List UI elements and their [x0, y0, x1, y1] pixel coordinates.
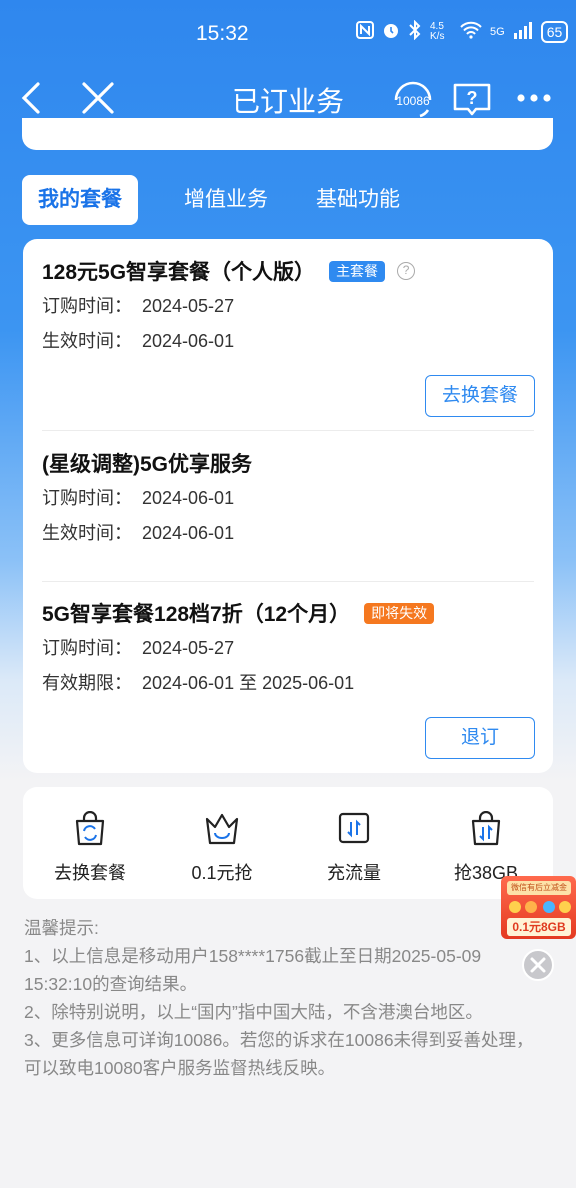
row-label: 订购时间： [42, 296, 132, 316]
tips-line: 2、除特别说明，以上“国内”指中国大陆，不含港澳台地区。 [24, 1002, 483, 1022]
divider [42, 581, 534, 582]
main-plan-badge: 主套餐 [329, 260, 386, 282]
package-title-row: 5G智享套餐128档7折（12个月） 即将失效 [42, 597, 534, 629]
tips-title: 温馨提示: [24, 918, 99, 938]
quick-action-change-plan[interactable]: 去换套餐 [25, 811, 155, 885]
row-label: 订购时间： [42, 488, 132, 508]
headset-icon: 10086 [394, 81, 432, 118]
status-icons: 4.5 K/s 5G 65 [356, 19, 569, 44]
crown-basket-icon [205, 813, 239, 845]
promo-coins-icon [505, 898, 573, 916]
top-card-edge [22, 118, 553, 150]
change-plan-button[interactable]: 去换套餐 [425, 375, 535, 417]
row-value: 2024-05-27 [142, 638, 235, 658]
row-label: 有效期限： [42, 673, 132, 693]
effective-time-row: 生效时间： 2024-06-01 [42, 516, 534, 551]
row-label: 生效时间： [42, 331, 132, 351]
package-list-card: 128元5G智享套餐（个人版） 主套餐 ? 订购时间： 2024-05-27 生… [23, 239, 553, 773]
signal-icon [513, 21, 533, 43]
package-title-row: (星级调整)5G优享服务 [42, 447, 534, 479]
net-speed: 4.5 K/s [430, 21, 445, 42]
row-value: 2024-05-27 [142, 296, 235, 316]
row-value: 2024-06-01 [142, 331, 235, 351]
package-item: (星级调整)5G优享服务 订购时间： 2024-06-01 生效时间： 2024… [42, 447, 534, 551]
nfc-icon [356, 21, 374, 43]
order-time-row: 订购时间： 2024-06-01 [42, 481, 534, 516]
wifi-icon [460, 21, 482, 43]
order-time-row: 订购时间： 2024-05-27 [42, 631, 534, 666]
package-item: 5G智享套餐128档7折（12个月） 即将失效 订购时间： 2024-05-27… [42, 597, 534, 701]
battery-indicator: 65 [540, 21, 569, 43]
quick-action-top-up-data[interactable]: 充流量 [289, 811, 419, 885]
order-time-row: 订购时间： 2024-05-27 [42, 289, 534, 324]
status-bar: 15:32 4.5 K/s 5G 65 [0, 0, 576, 68]
row-label: 订购时间： [42, 638, 132, 658]
tab-my-plan[interactable]: 我的套餐 [22, 175, 138, 225]
bag-data-icon [471, 811, 501, 846]
signal-label: 5G [490, 26, 505, 38]
tips-line: 1、以上信息是移动用户158****1756截止至日期2025-05-09 15… [24, 946, 482, 994]
alarm-icon [382, 21, 400, 43]
package-name: 128元5G智享套餐（个人版） [42, 261, 316, 284]
data-transfer-icon [338, 812, 370, 844]
quick-actions-card: 去换套餐 0.1元抢 充流量 抢38GB [23, 787, 553, 899]
promo-top-text: 微信有后立减金 [507, 881, 571, 895]
unsubscribe-button[interactable]: 退订 [425, 717, 535, 759]
package-name: 5G智享套餐128档7折（12个月） [42, 603, 351, 626]
row-label: 生效时间： [42, 523, 132, 543]
row-value: 2024-06-01 [142, 488, 235, 508]
validity-period-row: 有效期限： 2024-06-01 至 2025-06-01 [42, 666, 534, 701]
tab-bar: 我的套餐 [22, 175, 138, 225]
quick-action-label: 充流量 [327, 863, 381, 883]
bag-swap-icon [75, 811, 105, 846]
effective-time-row: 生效时间： 2024-06-01 [42, 324, 534, 359]
promo-price-text: 0.1元8GB [507, 918, 571, 936]
tips-line: 3、更多信息可详询10086。若您的诉求在10086未得到妥善处理，可以致电10… [24, 1030, 534, 1078]
svg-text:?: ? [467, 88, 478, 108]
tips-section: 温馨提示: 1、以上信息是移动用户158****1756截止至日期2025-05… [24, 914, 534, 1082]
floating-promo-banner[interactable]: 微信有后立减金 0.1元8GB [501, 876, 576, 939]
question-icon[interactable]: ? [397, 262, 416, 280]
promo-close-button[interactable] [522, 949, 554, 981]
close-icon [530, 957, 546, 973]
svg-text:10086: 10086 [396, 94, 430, 108]
quick-action-label: 去换套餐 [54, 863, 126, 883]
row-value: 2024-06-01 [142, 523, 235, 543]
more-dots-icon [517, 94, 551, 102]
quick-action-label: 0.1元抢 [191, 863, 253, 883]
status-time: 15:32 [196, 22, 249, 45]
tab-value-added[interactable]: 增值业务 [168, 175, 284, 225]
package-title-row: 128元5G智享套餐（个人版） 主套餐 ? [42, 255, 534, 287]
quick-action-grab-38gb[interactable]: 抢38GB [421, 811, 551, 885]
tab-basic-functions[interactable]: 基础功能 [300, 175, 416, 225]
row-value: 2024-06-01 至 2025-06-01 [142, 673, 355, 693]
customer-service-button[interactable]: 10086 [390, 76, 436, 122]
more-button[interactable] [516, 90, 552, 106]
help-button[interactable]: ? [452, 80, 492, 118]
expiring-badge: 即将失效 [364, 602, 435, 624]
help-book-icon: ? [453, 83, 491, 116]
divider [42, 430, 534, 431]
package-name: (星级调整)5G优享服务 [42, 453, 252, 476]
quick-action-flash-deal[interactable]: 0.1元抢 [157, 811, 287, 885]
package-item: 128元5G智享套餐（个人版） 主套餐 ? 订购时间： 2024-05-27 生… [42, 255, 534, 359]
bluetooth-icon [408, 19, 422, 44]
